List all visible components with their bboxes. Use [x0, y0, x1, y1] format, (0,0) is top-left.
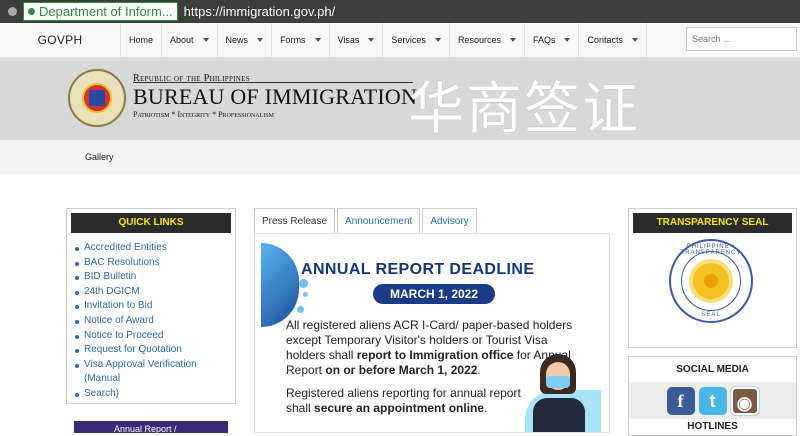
quick-links-title: QUICK LINKS — [71, 213, 231, 233]
social-media-panel: SOCIAL MEDIA f t ◉ HOTLINES — [628, 356, 797, 436]
facebook-icon[interactable]: f — [666, 386, 695, 415]
nav-home[interactable]: Home — [120, 22, 161, 58]
quick-link-item[interactable]: Notice to Proceed — [75, 329, 235, 344]
social-icons-row: f t ◉ — [629, 382, 796, 419]
quick-link-item[interactable]: Request for Quotation — [75, 343, 235, 358]
nav-forms[interactable]: Forms — [271, 22, 329, 58]
nav-news[interactable]: News — [216, 22, 272, 58]
annual-report-banner[interactable]: Annual Report / — [74, 421, 228, 434]
sub-navigation: Gallery — [0, 140, 800, 174]
secure-icon — [28, 8, 35, 15]
transparency-title: TRANSPARENCY SEAL — [633, 213, 792, 233]
watermark-text: 华商签证 — [408, 77, 640, 142]
tab-advisory[interactable]: Advisory — [422, 208, 477, 234]
twitter-icon[interactable]: t — [698, 386, 727, 415]
transparency-seal-icon[interactable]: PHILIPPINE • TRANSPARENCY SEAL — [669, 239, 753, 323]
nav-visas[interactable]: Visas — [328, 22, 383, 58]
browser-address-bar[interactable]: Department of Inform... https://immigrat… — [0, 0, 800, 23]
chevron-down-icon — [434, 38, 441, 42]
hotlines-title: HOTLINES — [687, 421, 738, 432]
masked-woman-illustration — [525, 354, 601, 432]
quick-link-item[interactable]: BID Bulletin — [75, 270, 235, 285]
govph-brand[interactable]: GOVPH — [0, 33, 120, 47]
bureau-tagline: Patriotism * Integrity * Professionalism — [133, 110, 274, 119]
press-release-content: ANNUAL REPORT DEADLINE MARCH 1, 2022 All… — [254, 233, 610, 433]
nav-gallery[interactable]: Gallery — [85, 152, 114, 162]
announcement-title: ANNUAL REPORT DEADLINE — [301, 261, 535, 278]
news-tabs: Press Release Announcement Advisory — [254, 208, 479, 234]
bureau-seal-icon[interactable] — [68, 69, 126, 127]
transparency-panel: TRANSPARENCY SEAL PHILIPPINE • TRANSPARE… — [628, 208, 797, 348]
chevron-down-icon — [368, 38, 375, 42]
decorative-dot — [299, 279, 308, 288]
header-banner: Republic of the Philippines BUREAU OF IM… — [0, 58, 800, 142]
quick-link-item-continued[interactable]: Search) — [75, 387, 235, 402]
chevron-down-icon — [632, 38, 639, 42]
chevron-down-icon — [202, 38, 209, 42]
quick-link-item[interactable]: Invitation to Bid — [75, 299, 235, 314]
tab-press-release[interactable]: Press Release — [254, 208, 336, 234]
nav-services[interactable]: Services — [382, 22, 449, 58]
chevron-down-icon — [314, 38, 321, 42]
nav-contacts[interactable]: Contacts — [578, 22, 648, 58]
deadline-date-badge: MARCH 1, 2022 — [373, 284, 495, 304]
quick-links-panel: QUICK LINKS Accredited Entities BAC Reso… — [66, 208, 236, 404]
chevron-down-icon — [509, 38, 516, 42]
chevron-down-icon — [257, 38, 264, 42]
decorative-dot — [297, 306, 304, 313]
header-rule — [133, 82, 413, 83]
quick-link-item[interactable]: Accredited Entities — [75, 241, 235, 256]
quick-link-item[interactable]: Visa Approval Verification (Manual — [75, 358, 235, 387]
decorative-b-shape — [261, 243, 299, 327]
quick-link-item[interactable]: BAC Resolutions — [75, 256, 235, 271]
tab-title: Department of Inform... — [39, 4, 173, 19]
page-info-icon[interactable] — [8, 7, 17, 16]
instagram-icon[interactable]: ◉ — [730, 386, 759, 415]
url-text[interactable]: https://immigration.gov.ph/ — [184, 4, 336, 19]
search-input[interactable] — [686, 27, 797, 51]
announcement-paragraph-2: Registered aliens reporting for annual r… — [286, 386, 521, 415]
nav-resources[interactable]: Resources — [448, 22, 524, 58]
top-navigation: GOVPH Home About News Forms Visas Servic… — [0, 22, 800, 58]
social-media-title: SOCIAL MEDIA — [676, 364, 749, 375]
chevron-down-icon — [564, 38, 571, 42]
quick-links-list: Accredited Entities BAC Resolutions BID … — [75, 241, 235, 402]
quick-link-item[interactable]: 24th DGICM — [75, 285, 235, 300]
nav-about[interactable]: About — [161, 22, 217, 58]
bureau-title[interactable]: BUREAU OF IMMIGRATION — [133, 84, 417, 110]
nav-faqs[interactable]: FAQs — [523, 22, 579, 58]
tab-announcement[interactable]: Announcement — [337, 208, 421, 234]
quick-link-item[interactable]: Notice of Award — [75, 314, 235, 329]
decorative-dot — [303, 292, 308, 297]
security-badge[interactable]: Department of Inform... — [23, 2, 178, 21]
